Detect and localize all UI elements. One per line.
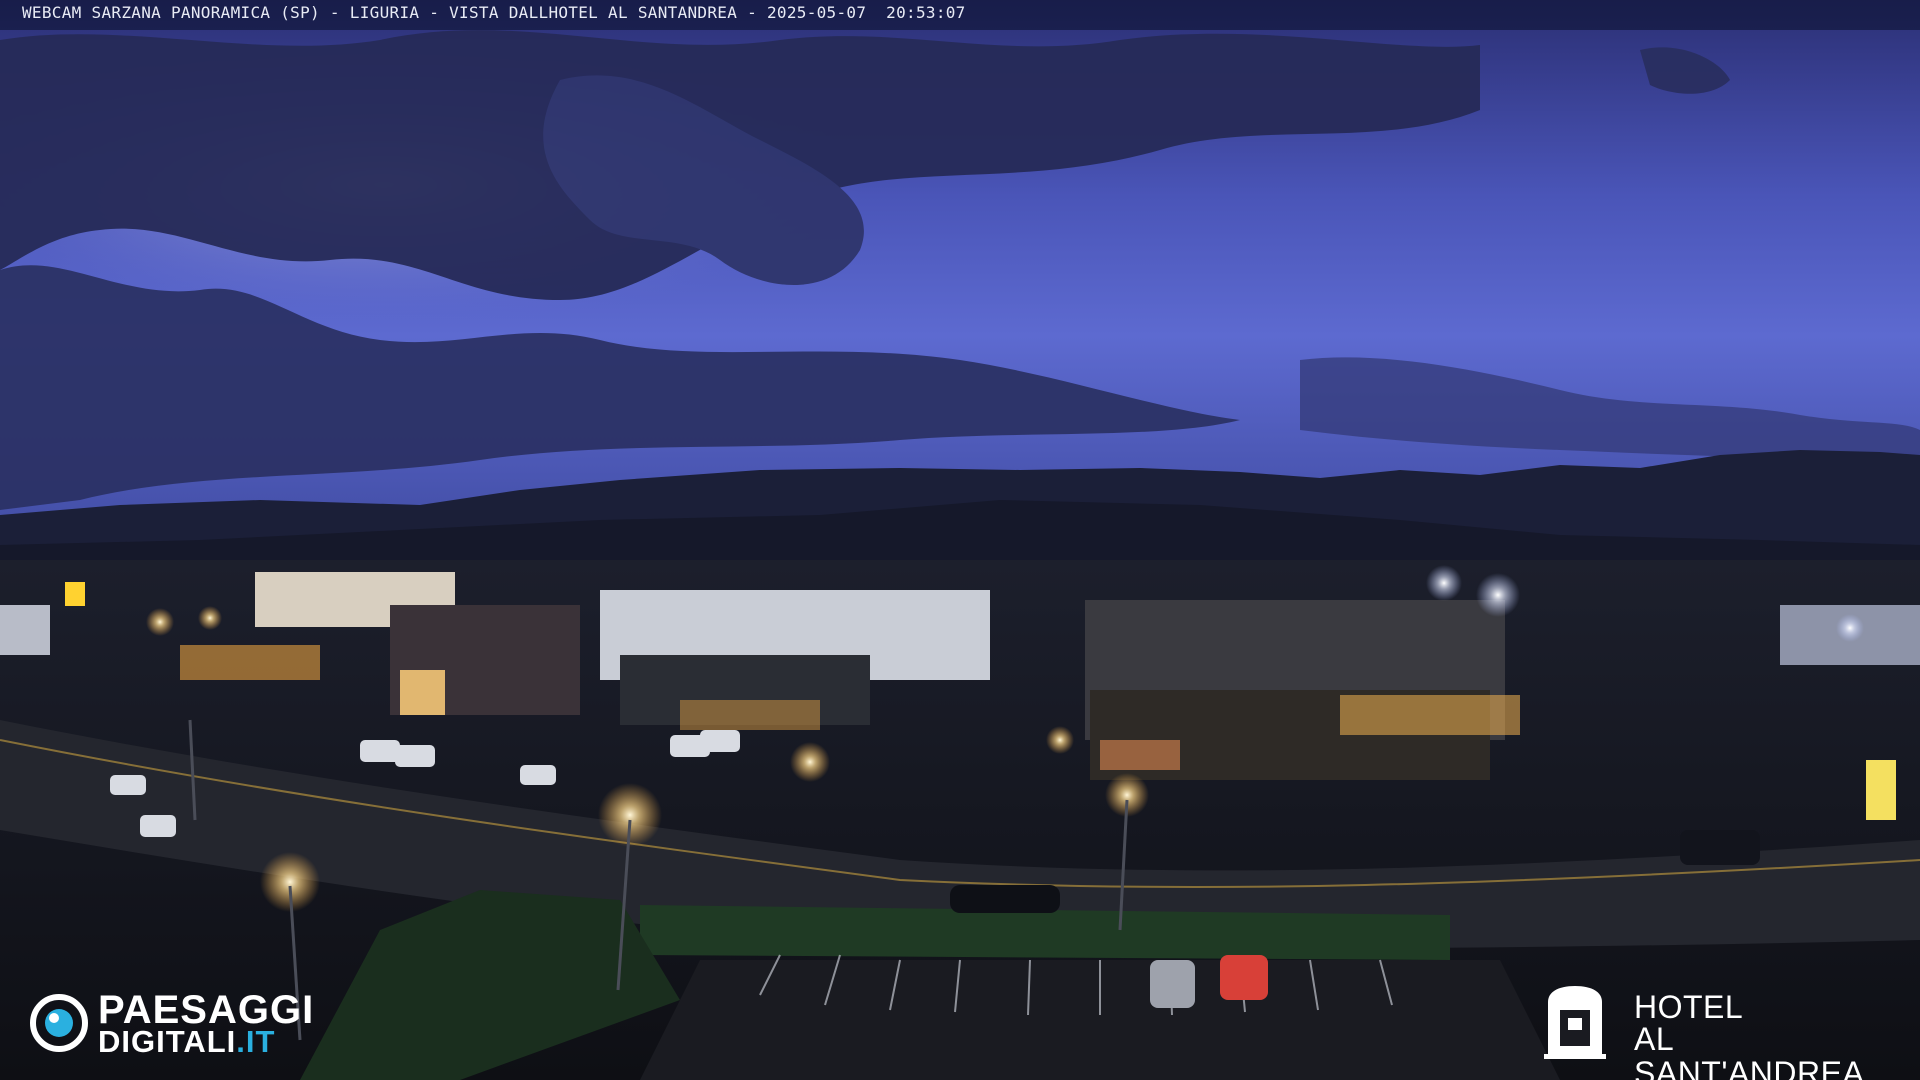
hotel-building-emblem-icon <box>1544 986 1606 1059</box>
paesaggi-logo-icon <box>30 994 88 1052</box>
webcam-scene: WEBCAM SARZANA PANORAMICA (SP) - LIGURIA… <box>0 0 1920 1080</box>
moving-car <box>950 885 1060 913</box>
hotel-watermark: HOTEL AL SANT'ANDREA <box>1540 980 1910 1080</box>
watermark-left-accent: .IT <box>236 1024 276 1059</box>
caption-bar: WEBCAM SARZANA PANORAMICA (SP) - LIGURIA… <box>0 0 1920 30</box>
webcam-caption: WEBCAM SARZANA PANORAMICA (SP) - LIGURIA… <box>22 3 966 22</box>
scene-drawing <box>0 0 1920 1080</box>
car-silver <box>1150 960 1195 1008</box>
moving-car-right <box>1680 830 1760 865</box>
paesaggi-digitali-watermark: PAESAGGI DIGITALI.IT <box>30 990 350 1060</box>
watermark-right-line2: AL SANT'ANDREA <box>1634 1021 1865 1080</box>
watermark-left-line2: DIGITALI.IT <box>98 1026 275 1058</box>
car-red <box>1220 955 1268 1000</box>
watermark-left-main: DIGITALI <box>98 1024 237 1059</box>
watermark-right-line1: HOTEL <box>1634 989 1744 1025</box>
